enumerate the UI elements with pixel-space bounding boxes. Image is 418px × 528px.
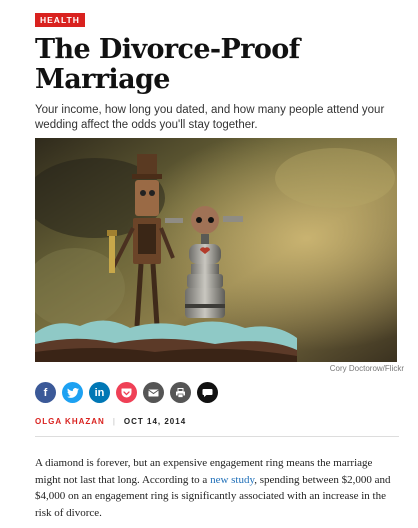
divider [35, 436, 399, 437]
facebook-icon: f [43, 386, 48, 399]
pocket-share-button[interactable] [116, 382, 137, 403]
publish-date: OCT 14, 2014 [123, 417, 187, 426]
twitter-bird-icon [66, 387, 79, 398]
article-dek: Your income, how long you dated, and how… [35, 104, 385, 131]
email-share-button[interactable] [143, 382, 164, 403]
pocket-icon [121, 388, 132, 398]
byline-separator: | [112, 417, 116, 426]
article-photo [35, 138, 397, 362]
section-tag[interactable]: HEALTH [35, 13, 85, 27]
print-button[interactable] [170, 382, 191, 403]
speech-bubble-icon [202, 388, 213, 398]
facebook-share-button[interactable]: f [35, 382, 56, 403]
article-paragraph: A diamond is forever, but an expensive e… [35, 455, 399, 521]
new-study-link[interactable]: new study [210, 474, 254, 486]
linkedin-icon: in [94, 386, 105, 399]
photo-credit: Cory Doctorow/Flickr [329, 364, 404, 373]
linkedin-share-button[interactable]: in [89, 382, 110, 403]
envelope-icon [148, 389, 159, 397]
article-headline: The Divorce-Proof Marriage [35, 34, 300, 95]
byline: OLGA KHAZAN | OCT 14, 2014 [35, 417, 186, 426]
author-link[interactable]: OLGA KHAZAN [35, 417, 105, 426]
printer-icon [175, 387, 186, 398]
share-bar: f in [35, 382, 218, 403]
comments-button[interactable] [197, 382, 218, 403]
twitter-share-button[interactable] [62, 382, 83, 403]
